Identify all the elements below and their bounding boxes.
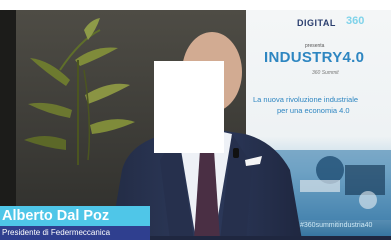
video-frame: DIGITAL 360 presenta INDUSTRY4.0 360 Sum… bbox=[0, 0, 391, 240]
top-strip bbox=[0, 0, 391, 10]
face-redaction bbox=[154, 61, 224, 153]
banner-tagline-2: per una economia 4.0 bbox=[277, 106, 350, 115]
banner-brand-number: 360 bbox=[346, 15, 365, 27]
banner-subtitle: 360 Summit bbox=[312, 70, 339, 76]
banner-hashtag: #360summitindustria40 bbox=[300, 222, 373, 229]
banner-brand: DIGITAL bbox=[297, 18, 336, 28]
banner-event-title: INDUSTRY4.0 bbox=[264, 49, 365, 66]
speaker-name: Alberto Dal Poz bbox=[0, 206, 150, 226]
speaker-role: Presidente di Federmeccanica bbox=[0, 226, 150, 240]
banner-tagline-1: La nuova rivoluzione industriale bbox=[253, 95, 359, 104]
